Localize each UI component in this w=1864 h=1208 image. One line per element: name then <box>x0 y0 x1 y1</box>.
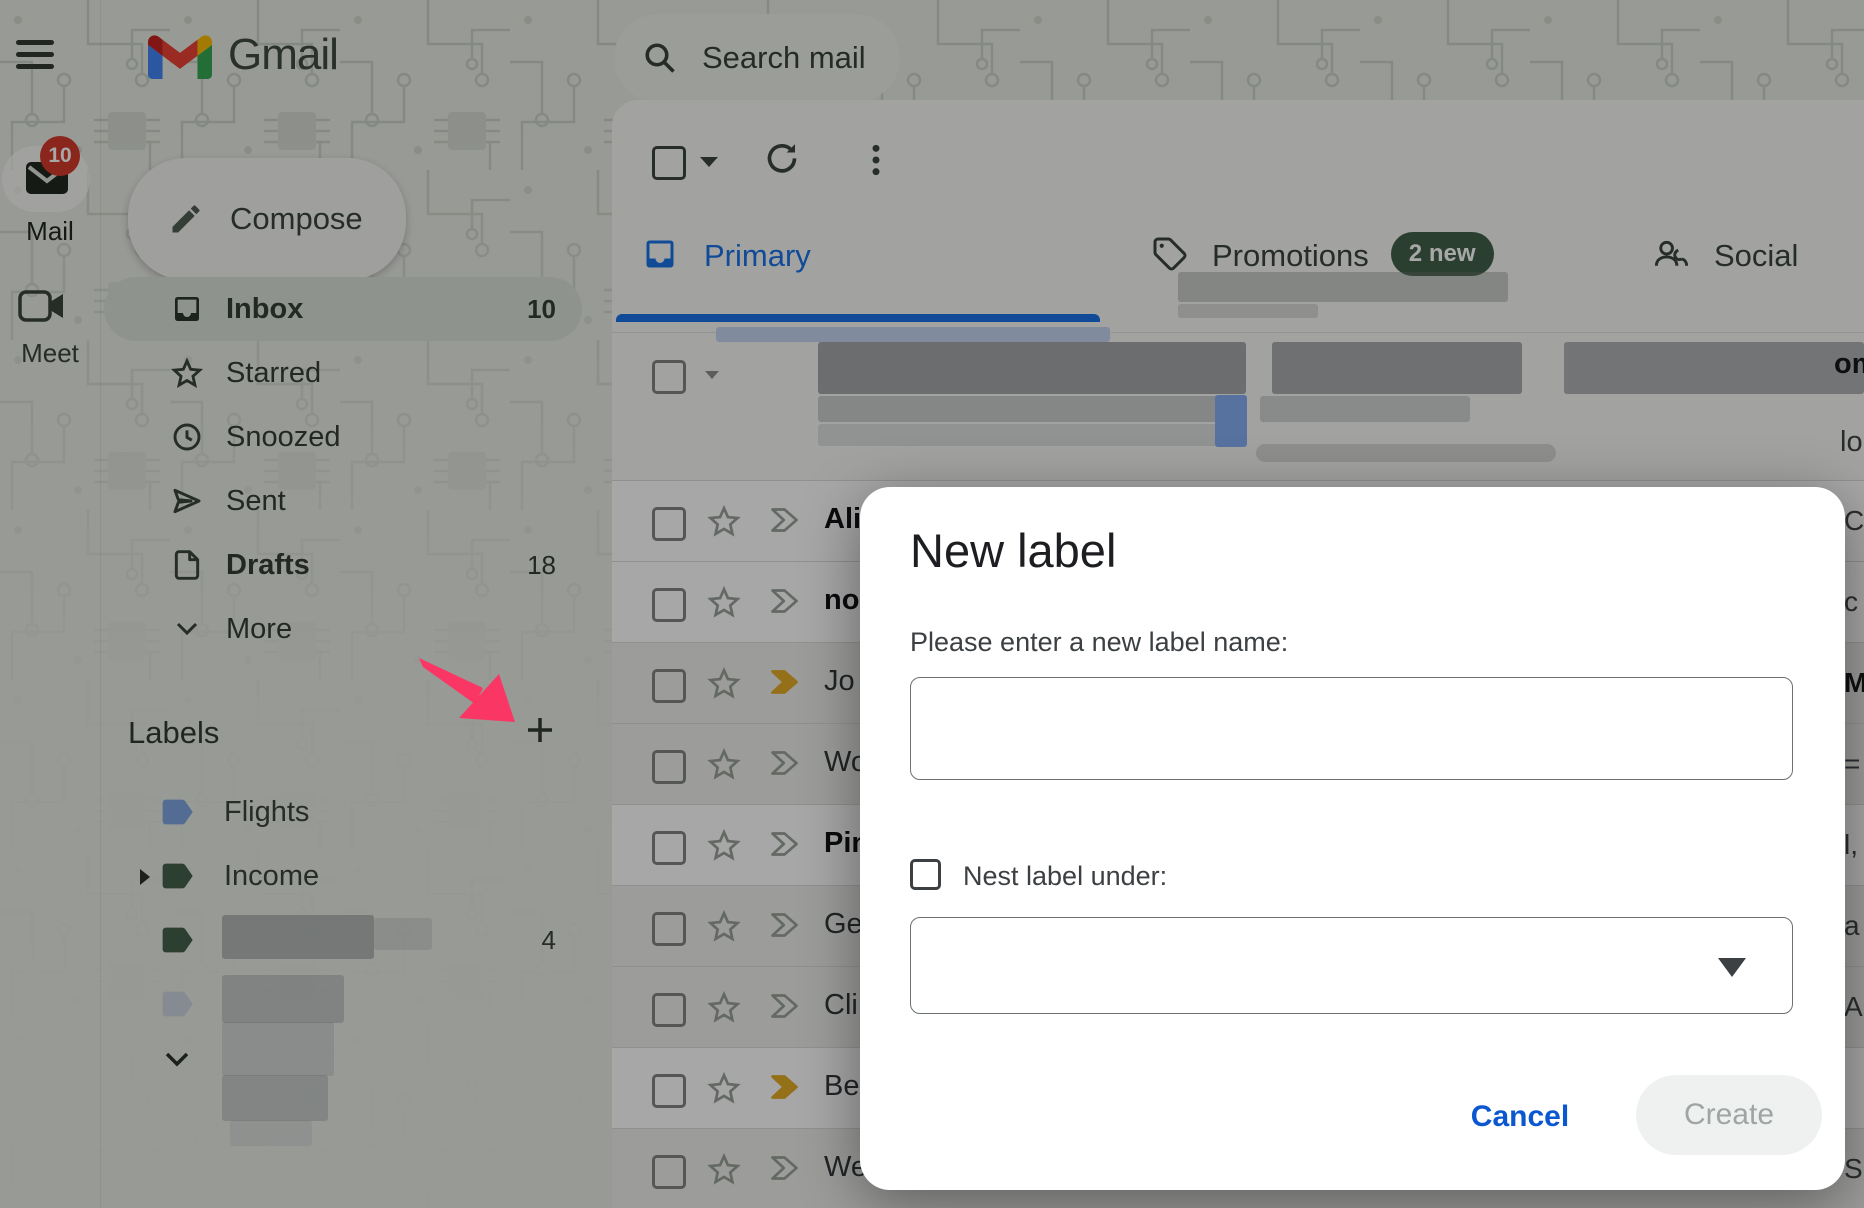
label-name-input[interactable] <box>910 677 1793 780</box>
nest-label-checkbox[interactable] <box>910 859 941 890</box>
dialog-title: New label <box>910 523 1116 578</box>
gmail-app: 10 Mail Meet Gmail Compose <box>0 0 1864 1208</box>
cancel-button[interactable]: Cancel <box>1450 1085 1590 1149</box>
caret-down-icon <box>1718 958 1746 977</box>
new-label-dialog: New label Please enter a new label name:… <box>860 487 1845 1190</box>
create-button[interactable]: Create <box>1636 1075 1822 1155</box>
nest-label-text: Nest label under: <box>963 861 1167 892</box>
parent-label-select[interactable] <box>910 917 1793 1014</box>
label-name-prompt: Please enter a new label name: <box>910 627 1288 658</box>
annotation-arrow <box>405 648 535 738</box>
